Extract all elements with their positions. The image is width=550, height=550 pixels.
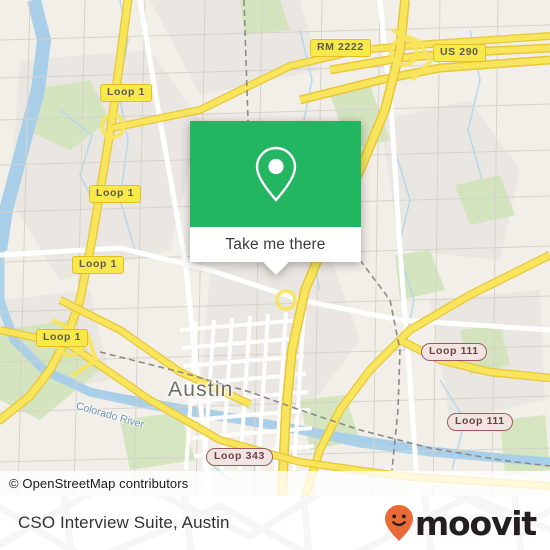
road-shield: Loop 111 — [421, 343, 487, 361]
road-shield: RM 2222 — [310, 39, 371, 57]
card-action-panel[interactable]: Take me there — [190, 227, 361, 275]
road-shield: Loop 1 — [89, 185, 142, 203]
map-label-city: Austin — [168, 378, 234, 401]
take-me-there-label: Take me there — [225, 235, 326, 253]
attribution-text[interactable]: © OpenStreetMap contributors — [0, 476, 188, 491]
card-icon-panel — [190, 121, 361, 227]
moovit-smiley-pin-icon — [384, 505, 413, 541]
location-title: CSO Interview Suite, Austin — [18, 513, 230, 532]
map-attribution-bar: © OpenStreetMap contributors — [0, 471, 550, 496]
road-shield: Loop 111 — [447, 413, 513, 431]
moovit-location-card-screen: RM 2222 US 290 Loop 1 Loop 1 Loop 1 Loop 1 Loo… — [0, 0, 550, 550]
map-pin-icon — [255, 146, 296, 202]
card-pointer-tail — [263, 262, 289, 275]
take-me-there-card[interactable]: Take me there — [190, 121, 361, 275]
moovit-wordmark: moovit — [414, 503, 537, 543]
road-shield: Loop 1 — [36, 329, 89, 347]
road-shield: Loop 1 — [100, 84, 153, 102]
moovit-logo[interactable]: moovit — [384, 503, 537, 543]
footer-content: CSO Interview Suite, Austin moovit — [0, 496, 550, 550]
road-shield: Loop 343 — [206, 448, 273, 466]
road-shield: Loop 1 — [72, 256, 125, 274]
footer-bar: CSO Interview Suite, Austin moovit — [0, 496, 550, 550]
road-shield: US 290 — [433, 44, 486, 62]
